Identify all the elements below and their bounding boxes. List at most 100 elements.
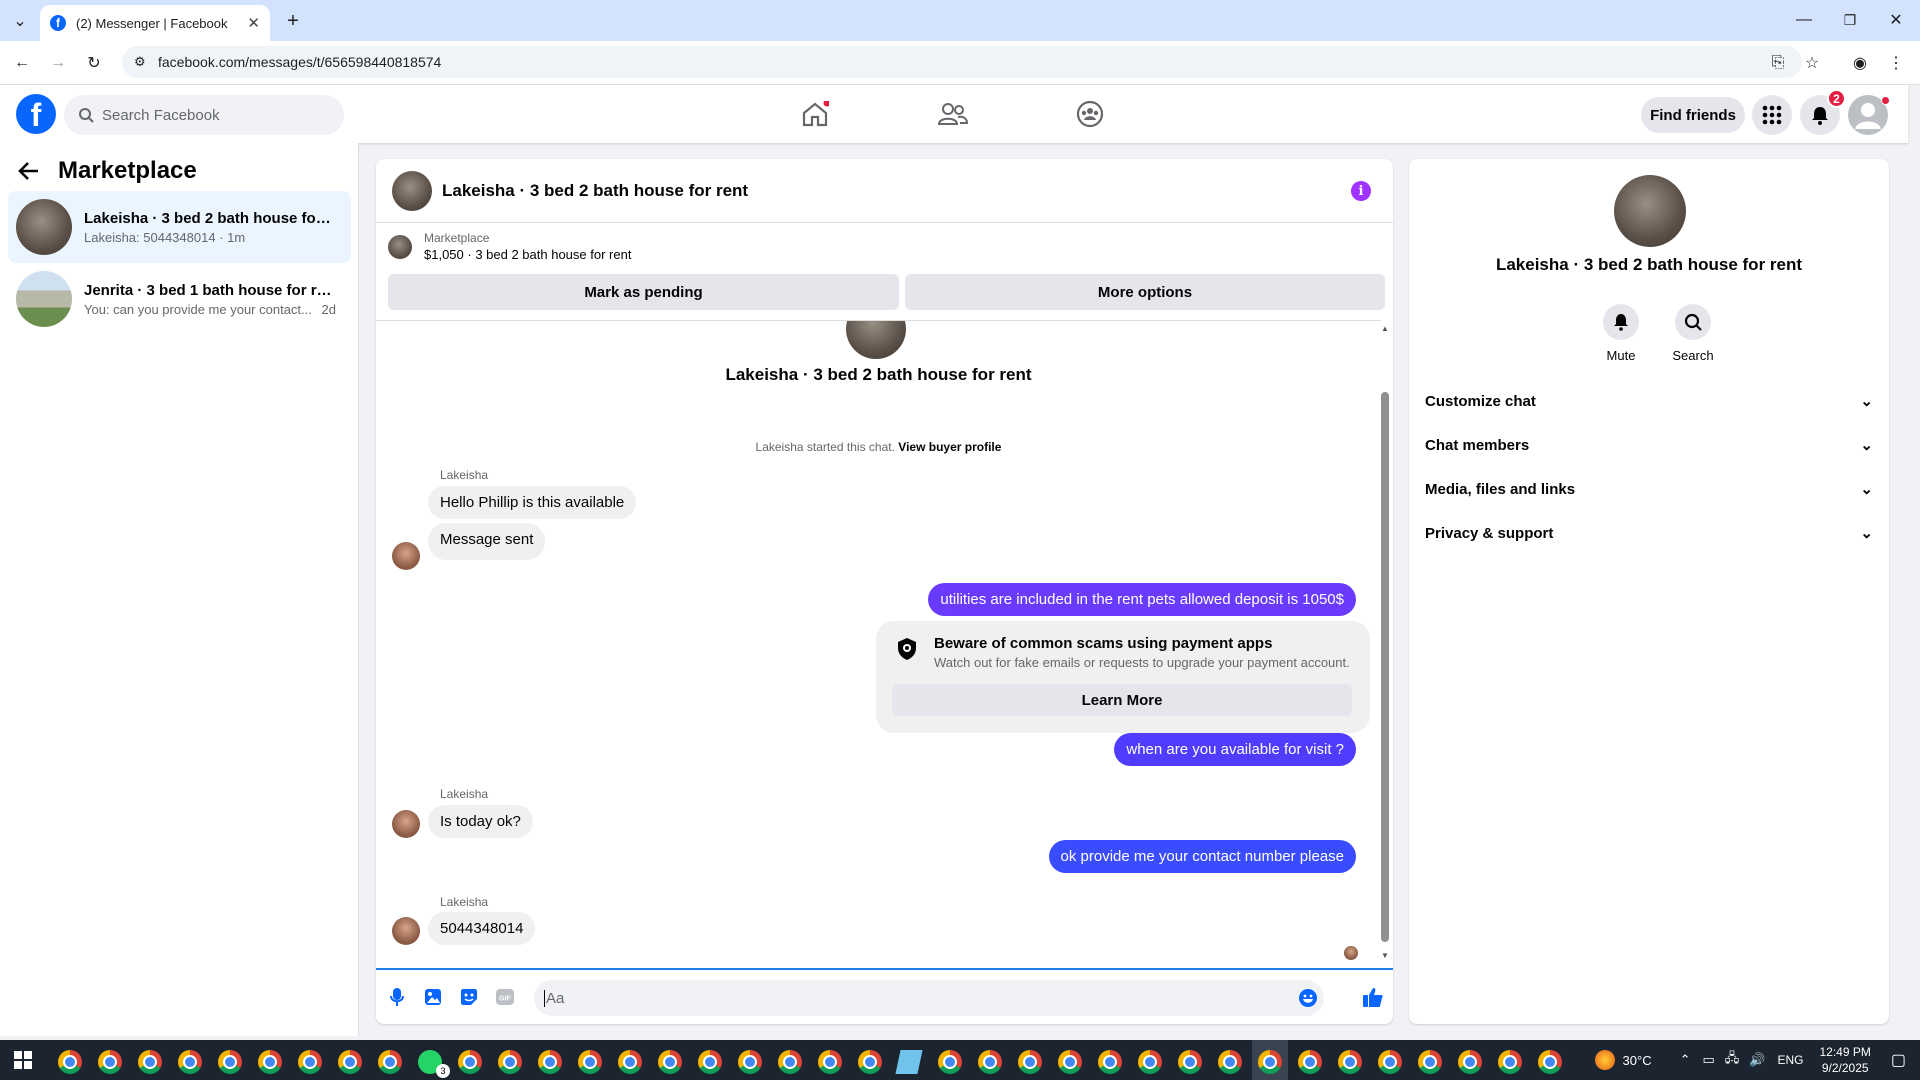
chrome-taskbar-icon[interactable] — [1018, 1050, 1042, 1074]
search-in-chat-button[interactable]: Search — [1663, 304, 1723, 363]
chrome-taskbar-icon[interactable] — [218, 1050, 242, 1074]
incoming-message[interactable]: Hello Phillip is this available — [428, 486, 637, 519]
sender-avatar[interactable] — [392, 810, 420, 838]
minimize-icon[interactable]: — — [1792, 8, 1816, 32]
facebook-search-input[interactable]: Search Facebook — [64, 95, 344, 135]
more-options-button[interactable]: More options — [905, 274, 1385, 310]
chrome-taskbar-icon[interactable] — [1458, 1050, 1482, 1074]
bookmark-star-icon[interactable]: ☆ — [1800, 51, 1824, 75]
new-tab-icon[interactable]: + — [282, 10, 304, 32]
media-files-links-section[interactable]: Media, files and links ⌄ — [1425, 467, 1873, 511]
network-icon[interactable]: 🖧 — [1725, 1049, 1740, 1071]
chrome-taskbar-icon[interactable] — [658, 1050, 682, 1074]
listing-summary[interactable]: Marketplace $1,050 · 3 bed 2 bath house … — [388, 231, 631, 262]
language-indicator[interactable]: ENG — [1777, 1053, 1803, 1067]
install-app-icon[interactable]: ⎘ — [1766, 51, 1790, 75]
close-window-icon[interactable]: ✕ — [1884, 8, 1908, 32]
chrome-taskbar-icon[interactable] — [938, 1050, 962, 1074]
mute-button[interactable]: Mute — [1591, 304, 1651, 363]
show-hidden-icons-icon[interactable]: ⌃ — [1680, 1052, 1691, 1068]
chrome-taskbar-icon[interactable] — [58, 1050, 82, 1074]
conversation-item-jenrita[interactable]: Jenrita · 3 bed 1 bath house for rent Yo… — [8, 263, 351, 335]
chrome-taskbar-icon[interactable] — [98, 1050, 122, 1074]
find-friends-button[interactable]: Find friends — [1641, 97, 1745, 133]
chat-avatar[interactable] — [392, 170, 432, 211]
facebook-logo[interactable]: f — [16, 94, 56, 134]
browser-menu-icon[interactable]: ⋮ — [1884, 51, 1908, 75]
scrollbar-thumb[interactable] — [1381, 392, 1389, 942]
clock[interactable]: 12:49 PM 9/2/2025 — [1820, 1044, 1871, 1076]
chrome-taskbar-icon[interactable] — [698, 1050, 722, 1074]
chrome-taskbar-icon[interactable] — [378, 1050, 402, 1074]
chrome-taskbar-icon[interactable] — [138, 1050, 162, 1074]
sticker-icon[interactable] — [458, 986, 480, 1008]
forward-icon[interactable]: → — [46, 51, 70, 75]
chrome-taskbar-icon[interactable] — [1418, 1050, 1442, 1074]
chrome-taskbar-icon[interactable] — [1178, 1050, 1202, 1074]
scroll-down-icon[interactable]: ▼ — [1381, 951, 1389, 960]
info-icon[interactable]: i — [1351, 181, 1371, 201]
home-icon[interactable] — [798, 99, 832, 129]
gif-icon[interactable]: GIF — [494, 986, 516, 1008]
learn-more-button[interactable]: Learn More — [892, 684, 1352, 716]
chrome-taskbar-icon[interactable] — [258, 1050, 282, 1074]
chrome-taskbar-icon-active[interactable] — [1258, 1050, 1282, 1074]
menu-grid-icon[interactable] — [1752, 95, 1792, 135]
whatsapp-taskbar-icon[interactable]: 3 — [418, 1050, 450, 1078]
chrome-taskbar-icon[interactable] — [1098, 1050, 1122, 1074]
chrome-taskbar-icon[interactable] — [978, 1050, 1002, 1074]
browser-tab[interactable]: f (2) Messenger | Facebook ✕ — [40, 5, 270, 41]
friends-icon[interactable] — [936, 99, 970, 129]
chrome-taskbar-icon[interactable] — [298, 1050, 322, 1074]
account-avatar[interactable] — [1848, 95, 1890, 135]
view-buyer-profile-link[interactable]: View buyer profile — [898, 440, 1001, 454]
url-field[interactable]: ⚙ facebook.com/messages/t/65659844081857… — [122, 46, 1802, 78]
chrome-taskbar-icon[interactable] — [1378, 1050, 1402, 1074]
site-info-icon[interactable]: ⚙ — [134, 54, 146, 70]
chrome-taskbar-icon[interactable] — [338, 1050, 362, 1074]
outgoing-message[interactable]: ok provide me your contact number please — [1048, 840, 1356, 873]
chrome-taskbar-icon[interactable] — [458, 1050, 482, 1074]
thread-scrollbar[interactable]: ▲ ▼ — [1381, 324, 1389, 960]
customize-chat-section[interactable]: Customize chat ⌄ — [1425, 379, 1873, 423]
photo-icon[interactable] — [422, 986, 444, 1008]
chrome-taskbar-icon[interactable] — [858, 1050, 882, 1074]
sender-avatar[interactable] — [392, 917, 420, 945]
notepad-taskbar-icon[interactable] — [895, 1050, 923, 1074]
chrome-taskbar-icon[interactable] — [1058, 1050, 1082, 1074]
notifications-bell-icon[interactable]: 2 — [1800, 89, 1846, 135]
incoming-message[interactable]: 5044348014 — [428, 912, 536, 945]
notifications-center-icon[interactable]: ▢ — [1891, 1050, 1906, 1070]
chrome-taskbar-icon[interactable] — [498, 1050, 522, 1074]
reload-icon[interactable]: ↻ — [82, 51, 106, 75]
chrome-taskbar-icon[interactable] — [1138, 1050, 1162, 1074]
chrome-taskbar-icon[interactable] — [1338, 1050, 1362, 1074]
details-avatar[interactable] — [1614, 175, 1686, 247]
chrome-taskbar-icon[interactable] — [778, 1050, 802, 1074]
scroll-up-icon[interactable]: ▲ — [1381, 324, 1389, 333]
chat-members-section[interactable]: Chat members ⌄ — [1425, 423, 1873, 467]
groups-icon[interactable] — [1073, 99, 1107, 129]
outgoing-message[interactable]: utilities are included in the rent pets … — [928, 583, 1356, 616]
emoji-icon[interactable] — [1298, 988, 1318, 1008]
temperature[interactable]: 30°C — [1623, 1053, 1652, 1068]
chrome-taskbar-icon[interactable] — [1298, 1050, 1322, 1074]
outgoing-message[interactable]: when are you available for visit ? — [1114, 733, 1356, 766]
chrome-taskbar-icon[interactable] — [578, 1050, 602, 1074]
chrome-taskbar-icon[interactable] — [818, 1050, 842, 1074]
incoming-message[interactable]: Is today ok? — [428, 805, 533, 838]
tab-search-icon[interactable]: ⌄ — [8, 10, 32, 32]
close-tab-icon[interactable]: ✕ — [247, 14, 260, 32]
chrome-taskbar-icon[interactable] — [1538, 1050, 1562, 1074]
message-input[interactable]: Aa — [534, 980, 1324, 1016]
chrome-taskbar-icon[interactable] — [538, 1050, 562, 1074]
message-thread[interactable]: Lakeisha · 3 bed 2 bath house for rent L… — [376, 320, 1381, 963]
conversation-item-lakeisha[interactable]: Lakeisha · 3 bed 2 bath house for rent L… — [8, 191, 351, 263]
back-arrow-icon[interactable] — [18, 161, 40, 181]
thumbs-up-icon[interactable] — [1360, 984, 1386, 1010]
back-icon[interactable]: ← — [10, 51, 34, 75]
chat-title[interactable]: Lakeisha · 3 bed 2 bath house for rent — [442, 181, 748, 201]
chrome-taskbar-icon[interactable] — [618, 1050, 642, 1074]
privacy-support-section[interactable]: Privacy & support ⌄ — [1425, 511, 1873, 555]
mark-as-pending-button[interactable]: Mark as pending — [388, 274, 899, 310]
